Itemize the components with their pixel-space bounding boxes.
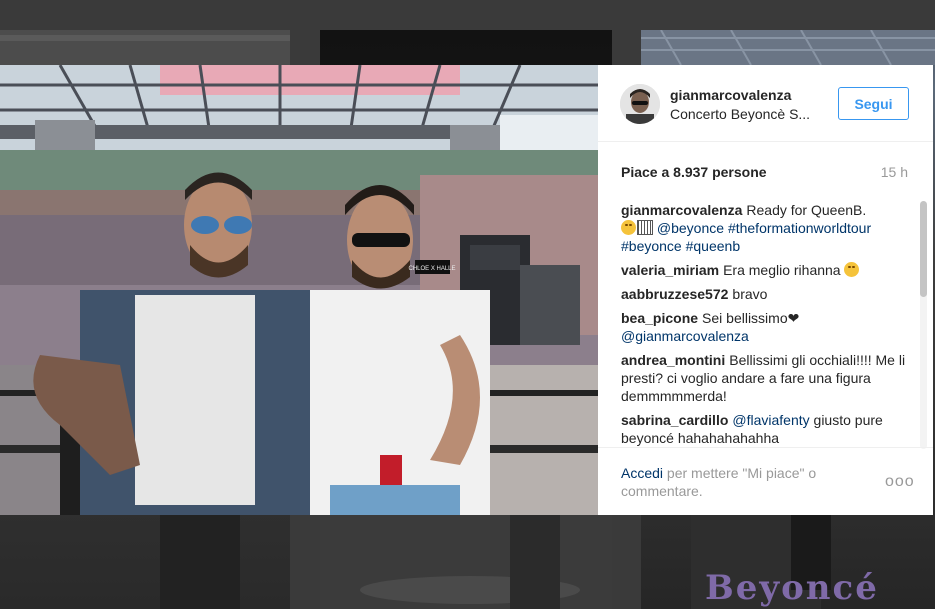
emoji-unknown-icon (637, 220, 653, 235)
comment-item: andrea_montini Bellissimi gli occhiali!!!… (621, 351, 907, 405)
follow-button[interactable]: Segui (838, 87, 909, 120)
scrollbar-thumb[interactable] (920, 201, 927, 297)
stage-signage: CHLOE X HALLE (408, 266, 455, 272)
comment-item: valeria_miriam Era meglio rihanna (621, 261, 907, 279)
login-link[interactable]: Accedi (621, 465, 663, 481)
post-photo[interactable]: CHLOE X HALLE (0, 65, 598, 515)
comment-text: bravo (732, 286, 768, 302)
comments-scrollbar[interactable] (920, 201, 927, 449)
smile-emoji-icon (844, 262, 860, 277)
concert-photo-image: CHLOE X HALLE (0, 65, 598, 515)
emoji-face-icon (621, 220, 636, 235)
comment-item: gianmarcovalenza Ready for QueenB. @beyon… (621, 201, 907, 255)
comment-username[interactable]: andrea_montini (621, 352, 725, 368)
post-author-username[interactable]: gianmarcovalenza (670, 87, 791, 103)
hashtag-link[interactable]: #beyonce (621, 238, 682, 254)
comment-item: aabbruzzese572 bravo (621, 285, 907, 303)
hashtag-link[interactable]: #queenb (686, 238, 741, 254)
post-header: gianmarcovalenza Concerto Beyoncè S... S… (598, 65, 933, 142)
mention-link[interactable]: @beyonce (657, 220, 724, 236)
more-options-icon[interactable]: ooo (885, 473, 915, 491)
comment-username[interactable]: gianmarcovalenza (621, 202, 742, 218)
comment-username[interactable]: aabbruzzese572 (621, 286, 728, 302)
comment-username[interactable]: sabrina_cardillo (621, 412, 728, 428)
hashtag-link[interactable]: #theformationworldtour (728, 220, 871, 236)
likes-count[interactable]: Piace a 8.937 persone (621, 164, 767, 180)
post-sidebar: gianmarcovalenza Concerto Beyoncè S... S… (598, 65, 933, 515)
comment-item: bea_picone Sei bellissimo❤ @gianmarcovale… (621, 309, 907, 345)
comment-text: Era meglio rihanna (723, 262, 841, 278)
mention-link[interactable]: @gianmarcovalenza (621, 328, 749, 344)
comment-username[interactable]: bea_picone (621, 310, 698, 326)
post-timestamp[interactable]: 15 h (881, 164, 908, 180)
avatar[interactable] (620, 84, 660, 124)
comment-text: Ready for QueenB. (746, 202, 867, 218)
background-tile-lettering: Beyoncé (705, 568, 879, 608)
post-location[interactable]: Concerto Beyoncè S... (670, 106, 830, 122)
mention-link[interactable]: @flaviafenty (732, 412, 809, 428)
comment-item: sabrina_cardillo @flaviafenty giusto pure… (621, 411, 907, 447)
comment-username[interactable]: valeria_miriam (621, 262, 719, 278)
comment-text: Sei bellissimo❤ (702, 310, 800, 326)
avatar-image (620, 84, 660, 124)
login-prompt: Accedi per mettere "Mi piace" o commenta… (621, 464, 851, 500)
post-footer: Accedi per mettere "Mi piace" o commenta… (598, 447, 933, 516)
comments-list[interactable]: gianmarcovalenza Ready for QueenB. @beyon… (621, 201, 907, 449)
